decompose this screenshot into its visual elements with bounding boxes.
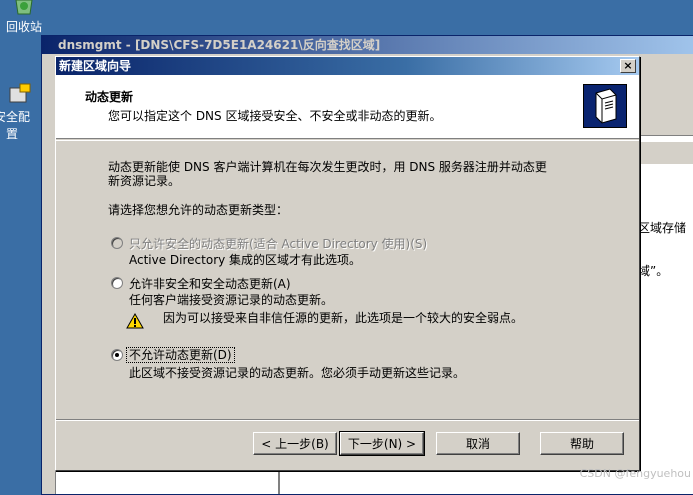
button-separator [56, 419, 639, 421]
no-dynamic-update-label[interactable]: 不允许动态更新(D) [126, 347, 235, 363]
cancel-button[interactable]: 取消 [436, 432, 520, 455]
secure-only-radio[interactable] [111, 237, 123, 249]
warning-icon [126, 313, 144, 329]
server-icon [583, 84, 627, 128]
dns-management-title: dnsmgmt - [DNS\CFS-7D5E1A24621\反向查找区域] [42, 36, 693, 54]
no-dynamic-update-label-wrap[interactable]: 不允许动态更新(D) [126, 347, 235, 363]
back-button[interactable]: < 上一步(B) [253, 432, 337, 455]
wizard-title-bar[interactable]: 新建区域向导 × [56, 57, 639, 75]
nonsecure-and-secure-label[interactable]: 允许非安全和安全动态更新(A) [129, 277, 291, 291]
intro-text-line2: 新资源记录。 [108, 174, 181, 188]
security-warning-text: 因为可以接受来自非信任源的更新，此选项是一个较大的安全弱点。 [163, 311, 524, 325]
dns-management-right-text-1: 区域存储 [638, 221, 687, 235]
recycle-bin-desktop-icon[interactable]: 回收站 [6, 0, 42, 35]
wizard-header-subtitle: 您可以指定这个 DNS 区域接受安全、不安全或非动态的更新。 [108, 109, 442, 123]
watermark: CSDN @fengyuehou [579, 467, 691, 480]
close-icon: × [623, 59, 633, 72]
no-dynamic-update-description: 此区域不接受资源记录的动态更新。您必须手动更新这些记录。 [129, 366, 466, 380]
security-config-desktop-icon[interactable]: 安全配置 [0, 82, 40, 142]
nonsecure-and-secure-description: 任何客户端接受资源记录的动态更新。 [129, 293, 334, 307]
dns-management-right-text-2: 域”。 [638, 264, 669, 278]
secure-only-description: Active Directory 集成的区域才有此选项。 [129, 253, 362, 267]
recycle-bin-icon [15, 0, 33, 15]
nonsecure-and-secure-radio[interactable] [111, 277, 123, 289]
recycle-bin-label: 回收站 [6, 20, 43, 34]
dns-management-tree-strip [42, 126, 56, 494]
help-button[interactable]: 帮助 [540, 432, 624, 455]
wizard-title: 新建区域向导 [59, 59, 132, 73]
no-dynamic-update-radio[interactable] [111, 349, 123, 361]
security-config-icon [9, 83, 31, 103]
wizard-header: 动态更新 您可以指定这个 DNS 区域接受安全、不安全或非动态的更新。 [56, 75, 639, 139]
secure-only-label: 只允许安全的动态更新(适合 Active Directory 使用)(S) [129, 237, 428, 251]
intro-text-line1: 动态更新能使 DNS 客户端计算机在每次发生更改时，用 DNS 服务器注册并动态… [108, 160, 547, 174]
wizard-header-title: 动态更新 [85, 90, 134, 104]
security-config-label: 安全配置 [0, 110, 30, 141]
update-type-prompt: 请选择您想允许的动态更新类型： [108, 203, 289, 217]
close-button[interactable]: × [620, 59, 636, 73]
header-separator [56, 140, 639, 141]
new-zone-wizard-dialog: 新建区域向导 × 动态更新 您可以指定这个 DNS 区域接受安全、不安全或非动态… [55, 56, 640, 471]
next-button[interactable]: 下一步(N) > [339, 431, 425, 456]
dns-management-list-header [638, 142, 693, 164]
